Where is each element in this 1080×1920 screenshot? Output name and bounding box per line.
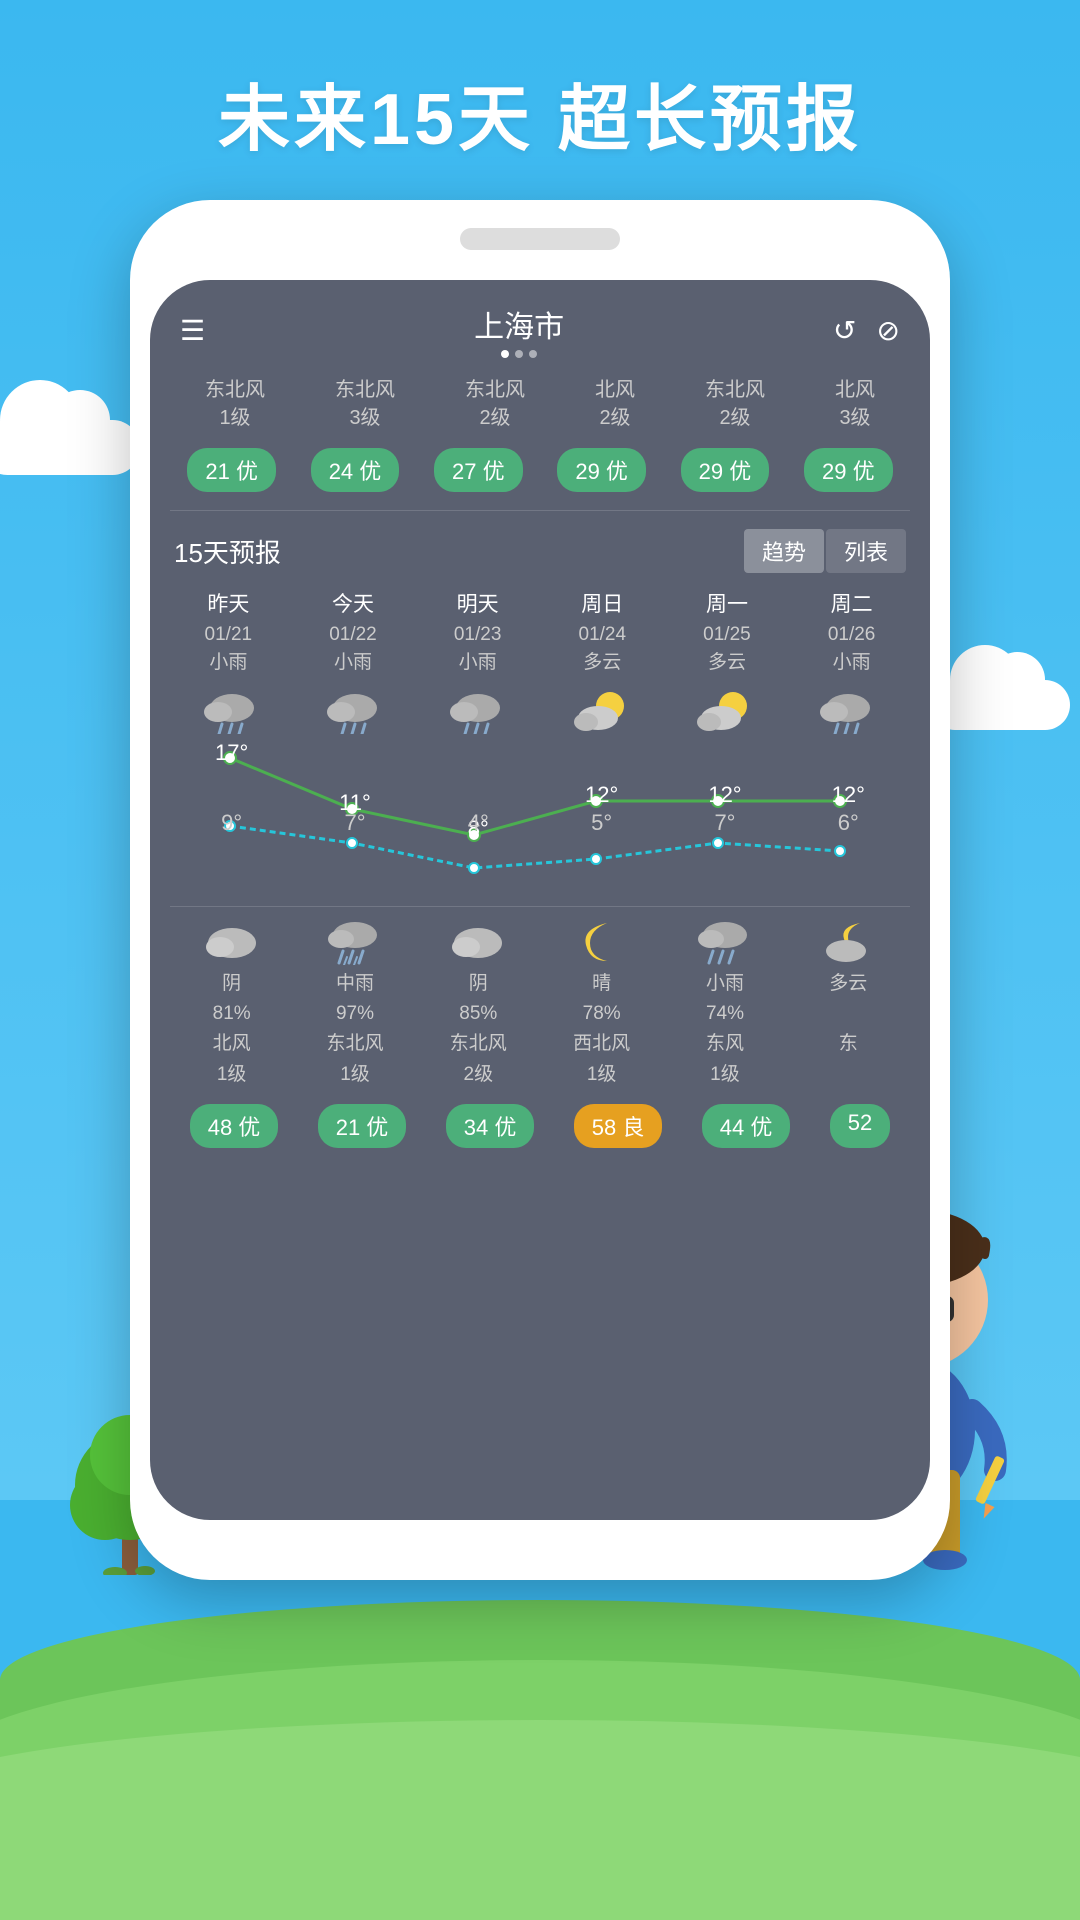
share-icon[interactable]: ⊘ [877,314,900,347]
app-header: ☰ 上海市 ↺ ⊘ [150,280,930,368]
aqi-badge-3: 29 优 [557,448,646,492]
bottom-aqi-0: 48 优 [190,1104,279,1148]
bottom-aqi-5: 52 [830,1104,890,1148]
temp-low-5: 6° [808,810,888,860]
day-weather-5: 小雨 [802,649,902,678]
header-actions: ↺ ⊘ [833,314,900,347]
aqi-badge-1: 24 优 [311,448,400,492]
forecast-day-1: 今天 01/22 小雨 [303,589,403,678]
section-header: 15天预报 趋势 列表 [150,511,930,585]
temp-low-2: 4° [438,810,518,876]
weather-icons-top [150,678,930,738]
weather-icon-rain-0 [202,686,262,734]
day-name-3: 周日 [552,589,652,621]
aqi-row-bottom: 48 优 21 优 34 优 58 良 44 优 52 [150,1094,930,1164]
desc-3: 晴78%西北风1级 [552,969,652,1091]
dot-3[interactable] [529,350,537,358]
day-name-1: 今天 [303,589,403,621]
refresh-icon[interactable]: ↺ [833,314,856,347]
bottom-weather-icons [150,907,930,965]
wind-item-4: 东北风2级 [705,376,765,432]
temp-low-1: 7° [315,810,395,852]
temp-low-3: 5° [562,810,642,868]
weather-icon-rain-5 [818,686,878,734]
bottom-icon-cloudy-night-5 [818,915,878,965]
day-date-1: 01/22 [303,621,403,650]
weather-desc-row: 阴81%北风1级 中雨97%东北风1级 阴85%东北风2级 晴78%西北风1级 … [150,965,930,1095]
day-weather-2: 小雨 [428,649,528,678]
wind-item-3: 北风2级 [595,376,635,432]
section-title: 15天预报 [174,533,281,570]
weather-icon-rain-1 [325,686,385,734]
ground-front [0,1720,1080,1920]
phone-screen: ☰ 上海市 ↺ ⊘ 东北风1级 东北风3级 东北风2级 北风2级 东北风2级 北… [150,280,930,1520]
aqi-badge-4: 29 优 [681,448,770,492]
temperature-chart: 17° 11° 8° 12° 12° 12° 9° 7° 4° 5° 7° 6° [170,738,910,898]
forecast-days-header: 昨天 01/21 小雨 今天 01/22 小雨 明天 01/23 小雨 周日 0… [150,585,930,678]
wind-item-2: 东北风2级 [465,376,525,432]
bottom-aqi-4: 44 优 [702,1104,791,1148]
day-date-2: 01/23 [428,621,528,650]
dot-1[interactable] [501,350,509,358]
weather-icon-partly-cloudy-3 [572,686,632,734]
tab-list[interactable]: 列表 [826,529,906,573]
city-name[interactable]: 上海市 [474,302,564,346]
desc-1: 中雨97%东北风1级 [305,969,405,1091]
day-weather-4: 多云 [677,649,777,678]
menu-icon[interactable]: ☰ [180,314,205,347]
desc-2: 阴85%东北风2级 [428,969,528,1091]
bottom-icon-cloudy-0 [202,915,262,965]
day-name-4: 周一 [677,589,777,621]
weather-icon-partly-cloudy-4 [695,686,755,734]
wind-item-0: 东北风1级 [205,376,265,432]
temp-low-4: 7° [685,810,765,852]
forecast-day-5: 周二 01/26 小雨 [802,589,902,678]
phone-frame: ☰ 上海市 ↺ ⊘ 东北风1级 东北风3级 东北风2级 北风2级 东北风2级 北… [130,200,950,1580]
tab-trend[interactable]: 趋势 [744,529,824,573]
forecast-day-2: 明天 01/23 小雨 [428,589,528,678]
page-dots [474,350,564,358]
bottom-icon-cloudy-2 [448,915,508,965]
header-center: 上海市 [474,302,564,358]
view-tabs: 趋势 列表 [744,529,906,573]
day-date-4: 01/25 [677,621,777,650]
desc-0: 阴81%北风1级 [182,969,282,1091]
weather-icon-rain-2 [448,686,508,734]
forecast-day-3: 周日 01/24 多云 [552,589,652,678]
aqi-row-top: 21 优 24 优 27 优 29 优 29 优 29 优 [150,440,930,510]
day-weather-1: 小雨 [303,649,403,678]
forecast-day-0: 昨天 01/21 小雨 [178,589,278,678]
desc-4: 小雨74%东风1级 [675,969,775,1091]
bottom-icon-moon-3 [572,915,632,965]
day-date-5: 01/26 [802,621,902,650]
wind-row: 东北风1级 东北风3级 东北风2级 北风2级 东北风2级 北风3级 [150,368,930,440]
cloud-left [0,420,140,475]
temp-low-0: 9° [192,810,272,836]
aqi-badge-0: 21 优 [187,448,276,492]
desc-5: 多云东 [798,969,898,1091]
day-date-3: 01/24 [552,621,652,650]
aqi-badge-5: 29 优 [804,448,893,492]
wind-item-1: 东北风3级 [335,376,395,432]
day-weather-3: 多云 [552,649,652,678]
forecast-day-4: 周一 01/25 多云 [677,589,777,678]
page-title: 未来15天 超长预报 [0,60,1080,165]
day-name-5: 周二 [802,589,902,621]
day-weather-0: 小雨 [178,649,278,678]
bottom-aqi-2: 34 优 [446,1104,535,1148]
day-name-2: 明天 [428,589,528,621]
bottom-icon-rain-1 [325,915,385,965]
day-date-0: 01/21 [178,621,278,650]
bottom-aqi-3: 58 良 [574,1104,663,1148]
cloud-right [930,680,1070,730]
day-name-0: 昨天 [178,589,278,621]
bottom-icon-rain-4 [695,915,755,965]
wind-item-5: 北风3级 [835,376,875,432]
dot-2[interactable] [515,350,523,358]
bottom-aqi-1: 21 优 [318,1104,407,1148]
phone-speaker [460,228,620,250]
aqi-badge-2: 27 优 [434,448,523,492]
